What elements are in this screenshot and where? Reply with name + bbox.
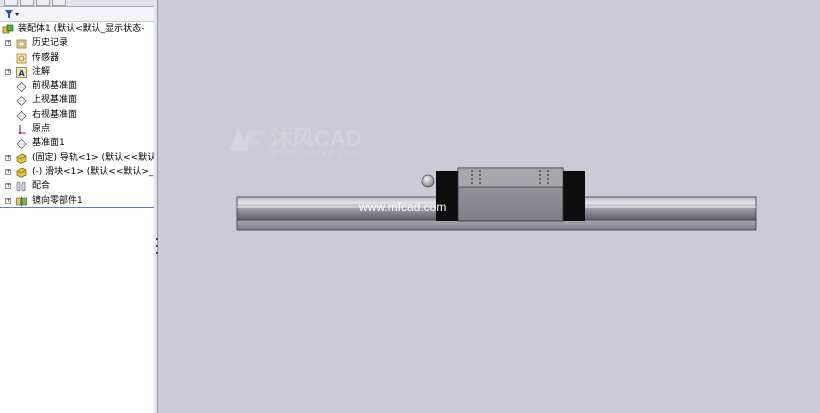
assembly-icon: [2, 24, 14, 35]
feature-tree: 装配体1 (默认<默认_显示状态- + 历史记录传感器 + A 注解前视基准面上视基准面…: [0, 22, 154, 208]
expand-toggle-icon[interactable]: +: [5, 40, 11, 47]
tree-selection-line: [0, 207, 154, 208]
svg-text:A: A: [19, 69, 26, 78]
tree-item[interactable]: + 历史记录: [0, 36, 154, 50]
tab-property-manager[interactable]: [20, 0, 34, 6]
tree-item[interactable]: 基准面1: [0, 136, 154, 150]
tree-item-label: 镜向零部件1: [32, 195, 83, 206]
sensor-icon: [16, 53, 27, 64]
tree-item[interactable]: + 配合: [0, 179, 154, 193]
tree-item-label: 原点: [32, 124, 51, 135]
tree-item-label: 注解: [32, 66, 51, 77]
tab-configuration-manager[interactable]: [36, 0, 50, 6]
plane-icon: [16, 81, 27, 93]
mates-icon: [16, 181, 27, 192]
tree-item-label: (固定) 导轨<1> (默认<<默认: [32, 152, 155, 163]
expand-toggle-icon[interactable]: +: [5, 197, 11, 204]
plane-icon: [16, 95, 27, 107]
tree-item[interactable]: + (固定) 导轨<1> (默认<<默认: [0, 151, 154, 165]
filter-bar: [0, 7, 154, 22]
graphics-viewport[interactable]: [158, 0, 820, 413]
expand-toggle-icon[interactable]: +: [5, 168, 11, 175]
tree-item-label: 配合: [32, 181, 51, 192]
plane-icon: [16, 110, 27, 121]
tree-item[interactable]: 传感器: [0, 51, 154, 65]
watermark-logo-icon: [228, 124, 268, 157]
origin-icon: [16, 124, 27, 135]
tree-root-assembly[interactable]: 装配体1 (默认<默认_显示状态-: [0, 22, 154, 36]
expand-toggle-icon[interactable]: +: [5, 68, 11, 75]
filter-icon[interactable]: [4, 9, 22, 19]
tree-root-label: 装配体1 (默认<默认_显示状态-: [18, 24, 145, 34]
tab-feature-manager[interactable]: [4, 0, 18, 6]
expand-toggle-icon[interactable]: +: [5, 183, 11, 190]
tree-item-label: 上视基准面: [32, 95, 78, 106]
tree-item-label: 前视基准面: [32, 81, 78, 92]
history-folder-icon: [16, 38, 27, 49]
tree-item-label: 右视基准面: [32, 109, 78, 120]
tree-item[interactable]: 原点: [0, 122, 154, 136]
plane-icon: [16, 138, 27, 150]
tree-item[interactable]: + A 注解: [0, 65, 154, 79]
panel-tabs: [0, 0, 154, 7]
tree-item[interactable]: 上视基准面: [0, 93, 154, 107]
tree-item[interactable]: + 镜向零部件1: [0, 194, 154, 208]
tree-item-label: 历史记录: [32, 38, 69, 49]
tree-item-label: (-) 滑块<1> (默认<<默认>_: [32, 166, 154, 177]
tree-item-label: 传感器: [32, 52, 60, 63]
expand-toggle-icon[interactable]: +: [5, 154, 11, 161]
tree-item[interactable]: 前视基准面: [0, 79, 154, 93]
mirror-icon: [16, 196, 27, 207]
feature-manager-panel: 装配体1 (默认<默认_显示状态- + 历史记录传感器 + A 注解前视基准面上视基准面…: [0, 0, 155, 413]
part-icon: [16, 167, 27, 178]
annotation-icon: A: [16, 67, 27, 78]
overlay-url: www.mfcad.com: [359, 200, 447, 214]
part-icon: [16, 153, 27, 164]
tree-item[interactable]: 右视基准面: [0, 108, 154, 122]
tree-item[interactable]: + (-) 滑块<1> (默认<<默认>_: [0, 165, 154, 179]
tree-item-label: 基准面1: [32, 138, 65, 149]
watermark-url: WWW.mfcad.com: [270, 149, 360, 158]
tab-dim-xpert[interactable]: [52, 0, 66, 6]
